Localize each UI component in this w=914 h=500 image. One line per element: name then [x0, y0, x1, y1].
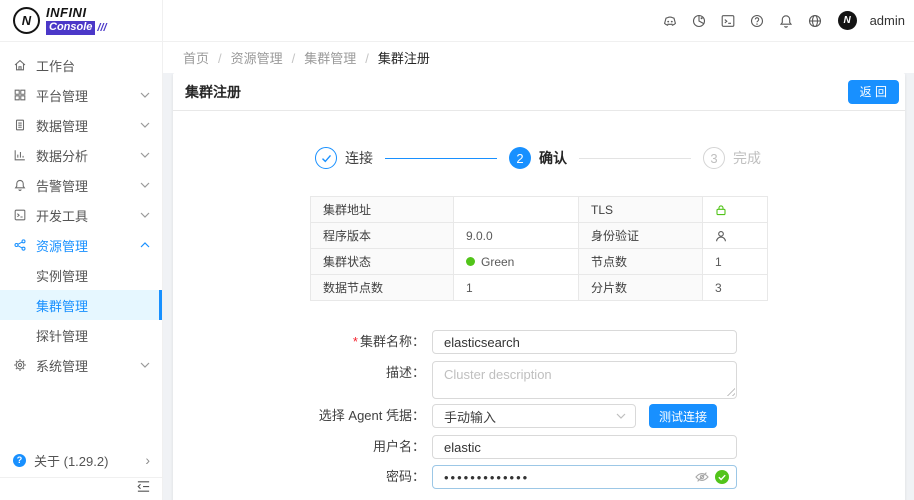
chevron-down-icon [140, 152, 150, 158]
table-row: 集群地址 TLS [311, 197, 768, 223]
code-square-icon [13, 208, 27, 222]
step-confirm: 2 确认 [509, 147, 567, 169]
cluster-register-card: 集群注册 返 回 连接 2 确认 3 完成 [173, 73, 905, 500]
form-row-description: 描述： [173, 361, 905, 399]
description-textarea[interactable] [432, 361, 737, 399]
username-input[interactable] [432, 435, 737, 459]
health-status-text: Green [481, 255, 514, 269]
brand-product: Console [46, 21, 95, 35]
breadcrumb-resources[interactable]: 资源管理 [231, 48, 305, 67]
sidebar-collapse-bar [0, 477, 162, 500]
form-row-agent-credential: 选择 Agent 凭据： 手动输入 测试连接 [173, 404, 905, 428]
platform-icon [13, 88, 27, 102]
chevron-down-icon [140, 92, 150, 98]
chevron-down-icon [140, 362, 150, 368]
sidebar-item-workbench[interactable]: 工作台 [0, 50, 162, 80]
back-button[interactable]: 返 回 [848, 80, 899, 104]
home-icon [13, 58, 27, 72]
infini-logo-icon: N [13, 7, 40, 34]
card-header: 集群注册 返 回 [173, 73, 905, 111]
menu-fold-icon[interactable] [136, 479, 151, 499]
form-row-password: 密码： [173, 465, 905, 489]
discord-icon[interactable] [662, 13, 678, 29]
content-area: 集群注册 返 回 连接 2 确认 3 完成 [163, 73, 914, 500]
sidebar-item-clusters[interactable]: 集群管理 [0, 290, 162, 320]
info-icon: ? [13, 454, 26, 467]
alarm-bell-icon [13, 178, 27, 192]
table-row: 集群状态 Green 节点数 1 [311, 249, 768, 275]
brand-name: INFINI [46, 6, 107, 19]
topbar: N admin [163, 0, 914, 42]
eye-invisible-icon[interactable] [695, 470, 709, 484]
sidebar-item-platform[interactable]: 平台管理 [0, 80, 162, 110]
step-connector [385, 158, 497, 159]
website-icon[interactable] [691, 13, 707, 29]
app-logo[interactable]: N INFINI Console /// [0, 0, 162, 42]
language-globe-icon[interactable] [807, 13, 823, 29]
form-row-cluster-name: *集群名称： [173, 330, 905, 354]
step-finish: 3 完成 [703, 147, 761, 169]
user-avatar[interactable]: N [838, 11, 857, 30]
chevron-right-icon: › [145, 453, 150, 467]
step-number: 3 [703, 147, 725, 169]
sidebar-item-data-management[interactable]: 数据管理 [0, 110, 162, 140]
steps: 连接 2 确认 3 完成 [315, 147, 761, 169]
cluster-register-form: *集群名称： 描述： 选择 Agent 凭据： 手动输入 [173, 330, 905, 500]
sidebar-about[interactable]: ? 关于 (1.29.2) › [0, 443, 162, 477]
test-connection-button[interactable]: 测试连接 [649, 404, 717, 428]
chart-icon [13, 148, 27, 162]
sidebar-menu: 工作台 平台管理 数据管理 数据分析 告警管理 [0, 42, 162, 443]
notification-bell-icon[interactable] [778, 13, 794, 29]
chevron-down-icon [140, 182, 150, 188]
breadcrumb: 首页 资源管理 集群管理 集群注册 [163, 42, 914, 73]
step-connector [579, 158, 691, 159]
share-icon [13, 238, 27, 252]
form-row-username: 用户名： [173, 435, 905, 459]
breadcrumb-clusters[interactable]: 集群管理 [304, 48, 378, 67]
step-connect: 连接 [315, 147, 373, 169]
table-row: 数据节点数 1 分片数 3 [311, 275, 768, 301]
sidebar-item-data-analysis[interactable]: 数据分析 [0, 140, 162, 170]
password-input[interactable] [432, 465, 737, 489]
chevron-down-icon [140, 212, 150, 218]
agent-credential-select[interactable]: 手动输入 [432, 404, 636, 428]
health-status-dot [466, 257, 475, 266]
chevron-down-icon [616, 413, 626, 419]
sidebar-item-probes[interactable]: 探针管理 [0, 320, 162, 350]
cluster-name-input[interactable] [432, 330, 737, 354]
lock-icon [715, 204, 755, 216]
step-number: 2 [509, 147, 531, 169]
step-check-icon [315, 147, 337, 169]
gear-icon [13, 358, 27, 372]
page-title: 集群注册 [185, 82, 848, 102]
brand-slashes: /// [97, 23, 106, 34]
sidebar: N INFINI Console /// 工作台 平台管理 [0, 0, 163, 500]
sidebar-item-system[interactable]: 系统管理 [0, 350, 162, 380]
cluster-info-table: 集群地址 TLS 程序版本 9.0.0 身份验证 [310, 196, 768, 301]
success-check-icon [715, 470, 729, 484]
sidebar-item-resources[interactable]: 资源管理 [0, 230, 162, 260]
sidebar-item-dev-tools[interactable]: 开发工具 [0, 200, 162, 230]
sidebar-item-alerting[interactable]: 告警管理 [0, 170, 162, 200]
table-row: 程序版本 9.0.0 身份验证 [311, 223, 768, 249]
username[interactable]: admin [870, 13, 905, 28]
chevron-up-icon [140, 242, 150, 248]
breadcrumb-current: 集群注册 [378, 48, 430, 67]
chevron-down-icon [140, 122, 150, 128]
required-mark: * [353, 334, 358, 349]
console-icon[interactable] [720, 13, 736, 29]
help-icon[interactable] [749, 13, 765, 29]
user-auth-icon [715, 230, 755, 242]
database-icon [13, 118, 27, 132]
sidebar-item-instances[interactable]: 实例管理 [0, 260, 162, 290]
breadcrumb-home[interactable]: 首页 [183, 48, 231, 67]
